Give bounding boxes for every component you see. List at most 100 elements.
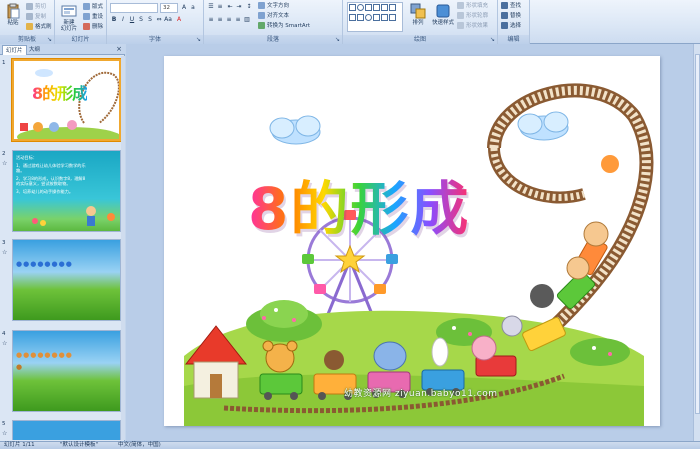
copy-button[interactable]: 复制 [26, 12, 46, 22]
grow-font-icon[interactable]: A [180, 4, 188, 12]
layout-button[interactable]: 版式 [83, 2, 103, 12]
strikethrough-button[interactable]: S [137, 16, 145, 24]
oval-shape-icon[interactable] [357, 4, 364, 11]
align-text-label: 对齐文本 [267, 13, 290, 19]
textbox-shape-icon[interactable] [373, 14, 380, 21]
increase-indent-icon[interactable]: ⇥ [235, 3, 243, 11]
align-text-icon [258, 12, 265, 19]
smartart-icon [258, 22, 265, 29]
slide-thumbnail-2[interactable]: 活动目标： 1、通过游戏让幼儿体验学习数学的乐 趣。 2、学习8的形成，认识数字… [12, 150, 121, 232]
arrange-label: 排列 [412, 20, 424, 26]
justify-icon[interactable]: ≡ [234, 16, 242, 24]
bullets-icon[interactable]: ☰ [207, 3, 215, 11]
cut-button[interactable]: 剪切 [26, 2, 46, 12]
tab-slides[interactable]: 幻灯片 [2, 45, 27, 55]
clipboard-launcher-icon[interactable]: ↘ [47, 37, 53, 43]
font-size-field[interactable]: 32 [160, 3, 178, 13]
font-group: 32 A a B I U S S ⇔ Aa A 字体 ↘ [107, 0, 204, 44]
convert-smartart-label: 转换为 SmartArt [267, 23, 311, 29]
ribbon: 粘贴 剪切 复制 格式刷 剪贴板 ↘ 新建 幻灯片 版式 重设 删除 幻灯片 3… [0, 0, 700, 44]
slide-title[interactable]: 8的形成 [248, 174, 470, 244]
rectangle-shape-icon[interactable] [349, 4, 356, 11]
slide-thumbnail-5[interactable] [12, 420, 121, 440]
paragraph-launcher-icon[interactable]: ↘ [335, 37, 341, 43]
select-label: 选择 [510, 23, 522, 29]
line-spacing-icon[interactable]: ↕ [245, 3, 253, 11]
triangle-shape-icon[interactable] [381, 4, 388, 11]
animation-star-icon: ☆ [2, 340, 8, 347]
shape-effects-button[interactable]: 形状效果 [457, 21, 488, 31]
numbering-icon[interactable]: ≡ [216, 3, 224, 11]
underline-button[interactable]: U [128, 16, 136, 24]
align-left-icon[interactable]: ≡ [207, 16, 215, 24]
text-direction-button[interactable]: 文字方向 [258, 1, 289, 11]
callout-shape-icon[interactable] [349, 14, 356, 21]
columns-icon[interactable]: ▥ [243, 16, 251, 24]
shape-outline-button[interactable]: 形状轮廓 [457, 11, 488, 21]
replace-button[interactable]: 替换 [501, 11, 521, 21]
shape-fill-button[interactable]: 形状填充 [457, 1, 488, 11]
spacing-icon[interactable]: ⇔ [155, 16, 163, 24]
brace-shape-icon[interactable] [357, 14, 364, 21]
font-group-label: 字体 [107, 35, 203, 44]
paragraph-group: ☰ ≡ ⇤ ⇥ ↕ ≡ ≡ ≡ ≡ ▥ 文字方向 对齐文本 转换为 SmartA… [204, 0, 343, 44]
heart-shape-icon[interactable] [381, 14, 388, 21]
language-status[interactable]: 中文(简体，中国) [118, 442, 161, 449]
paragraph-group-label: 段落 [204, 35, 342, 44]
clipboard-group-label: 剪贴板 [0, 35, 54, 44]
arrange-button[interactable]: 排列 [407, 2, 429, 34]
slide-thumbnail-1[interactable]: 8的形成 [12, 59, 121, 141]
tab-outline[interactable]: 大纲 [26, 45, 43, 55]
font-color-icon[interactable]: A [175, 16, 183, 24]
paste-button[interactable]: 粘贴 [2, 2, 24, 34]
replace-label: 替换 [510, 13, 522, 19]
copy-label: 复制 [35, 14, 47, 20]
text-direction-icon [258, 2, 265, 9]
curve-shape-icon[interactable] [365, 14, 372, 21]
convert-smartart-button[interactable]: 转换为 SmartArt [258, 21, 310, 31]
align-right-icon[interactable]: ≡ [225, 16, 233, 24]
align-center-icon[interactable]: ≡ [216, 16, 224, 24]
new-slide-label: 新建 幻灯片 [60, 20, 78, 32]
slide-thumbnail-3[interactable]: ●●●●●●●● [12, 239, 121, 321]
cut-label: 剪切 [35, 4, 47, 10]
change-case-icon[interactable]: Aa [164, 16, 172, 24]
close-icon[interactable]: × [116, 45, 122, 54]
italic-button[interactable]: I [119, 16, 127, 24]
main-scrollbar[interactable] [693, 44, 700, 441]
reset-button[interactable]: 重设 [83, 12, 103, 22]
new-slide-button[interactable]: 新建 幻灯片 [57, 2, 81, 34]
slide-thumbnail-4[interactable]: ●●●●●●●● ● [12, 330, 121, 412]
main-scrollbar-thumb[interactable] [695, 54, 700, 414]
format-painter-button[interactable]: 格式刷 [26, 22, 52, 32]
delete-button[interactable]: 删除 [83, 22, 103, 32]
font-launcher-icon[interactable]: ↘ [196, 37, 202, 43]
shrink-font-icon[interactable]: a [189, 4, 197, 12]
quick-styles-button[interactable]: 快速样式 [431, 2, 455, 34]
shape-effects-label: 形状效果 [466, 23, 489, 29]
scissors-icon [26, 3, 33, 10]
slide-editor: 8的形成 8的形成 幼教资源网 ziyuan.babyo11.com [126, 44, 700, 441]
select-button[interactable]: 选择 [501, 21, 521, 31]
panel-scrollbar[interactable] [121, 56, 125, 440]
drawing-launcher-icon[interactable]: ↘ [490, 37, 496, 43]
arrange-icon [410, 3, 426, 19]
shapes-gallery[interactable] [347, 2, 403, 32]
bold-button[interactable]: B [110, 16, 118, 24]
current-slide[interactable]: 8的形成 8的形成 幼教资源网 ziyuan.babyo11.com [164, 56, 660, 426]
cloud-right [517, 111, 569, 141]
font-name-field[interactable] [110, 3, 158, 13]
editing-group: 查找 替换 选择 编辑 [498, 0, 530, 44]
shadow-button[interactable]: S [146, 16, 154, 24]
slide-number: 4 [2, 331, 6, 337]
line-shape-icon[interactable] [365, 4, 372, 11]
find-button[interactable]: 查找 [501, 1, 521, 11]
star-shape-icon[interactable] [389, 4, 396, 11]
align-text-button[interactable]: 对齐文本 [258, 11, 289, 21]
block-arrow-shape-icon[interactable] [389, 14, 396, 21]
arrow-shape-icon[interactable] [373, 4, 380, 11]
quick-styles-label: 快速样式 [431, 20, 454, 26]
decrease-indent-icon[interactable]: ⇤ [226, 3, 234, 11]
pen-icon [457, 12, 464, 19]
cloud-left [269, 115, 321, 145]
